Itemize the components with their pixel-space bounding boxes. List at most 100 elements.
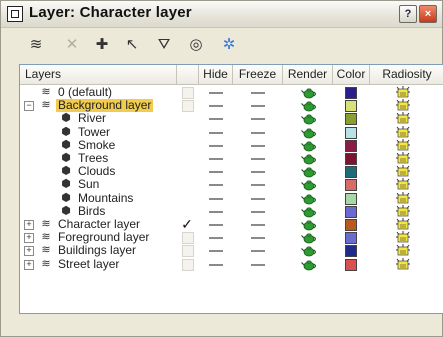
freeze-toggle[interactable]	[251, 197, 265, 200]
object-name[interactable]: Tower	[76, 125, 112, 139]
expand-toggle-icon[interactable]: +	[24, 246, 34, 257]
radiosity-icon[interactable]	[396, 191, 410, 205]
title-bar[interactable]: Layer: Character layer ? ×	[1, 1, 442, 28]
hide-toggle[interactable]	[209, 118, 223, 121]
object-row[interactable]: ⬢ Birds	[20, 204, 443, 218]
color-swatch[interactable]	[345, 205, 357, 218]
color-swatch[interactable]	[345, 153, 357, 165]
radiosity-icon[interactable]	[396, 218, 410, 231]
object-name[interactable]: Clouds	[76, 165, 117, 178]
render-teapot-icon[interactable]	[301, 126, 317, 139]
expand-toggle-icon[interactable]: +	[24, 259, 34, 270]
object-name[interactable]: Trees	[76, 152, 110, 165]
current-layer-box[interactable]	[182, 232, 194, 245]
object-row[interactable]: ⬢ Tower	[20, 125, 443, 139]
freeze-toggle[interactable]	[251, 118, 265, 121]
layer-list[interactable]: Layers Hide Freeze Render Color Radiosit…	[19, 64, 443, 314]
current-layer-box[interactable]	[182, 87, 194, 99]
color-swatch[interactable]	[345, 139, 357, 152]
column-layers[interactable]: Layers	[20, 65, 177, 84]
object-row[interactable]: ⬢ River	[20, 112, 443, 126]
create-layer-icon[interactable]: ≋	[25, 35, 47, 55]
layer-name[interactable]: 0 (default)	[56, 86, 114, 99]
freeze-toggle[interactable]	[251, 131, 265, 134]
current-layer-checkmark[interactable]: ✓	[180, 217, 194, 231]
object-name[interactable]: Birds	[76, 204, 107, 218]
radiosity-icon[interactable]	[396, 112, 410, 125]
current-layer-box[interactable]	[182, 258, 194, 271]
render-teapot-icon[interactable]	[301, 258, 317, 271]
color-swatch[interactable]	[345, 258, 357, 271]
render-teapot-icon[interactable]	[301, 86, 317, 99]
layer-name[interactable]: Background layer	[56, 99, 154, 113]
render-teapot-icon[interactable]	[301, 205, 317, 218]
add-to-layer-icon[interactable]: ✚	[91, 35, 113, 55]
layer-row[interactable]: + ≋ Foreground layer	[20, 231, 443, 245]
radiosity-icon[interactable]	[396, 231, 410, 244]
render-teapot-icon[interactable]	[301, 218, 317, 231]
object-row[interactable]: ⬢ Smoke	[20, 138, 443, 152]
layer-row[interactable]: + ≋ Buildings layer	[20, 244, 443, 258]
object-row[interactable]: ⬢ Mountains	[20, 191, 443, 205]
color-swatch[interactable]	[345, 245, 357, 258]
color-swatch[interactable]	[345, 192, 357, 205]
hide-toggle[interactable]	[209, 237, 223, 240]
radiosity-icon[interactable]	[396, 152, 410, 165]
radiosity-icon[interactable]	[396, 138, 410, 152]
layer-name[interactable]: Buildings layer	[56, 244, 138, 257]
freeze-toggle[interactable]	[251, 237, 265, 240]
render-teapot-icon[interactable]	[301, 192, 317, 205]
column-hide[interactable]: Hide	[199, 65, 233, 84]
color-swatch[interactable]	[345, 100, 357, 113]
radiosity-icon[interactable]	[396, 244, 410, 257]
layer-name[interactable]: Foreground layer	[56, 231, 151, 244]
radiosity-icon[interactable]	[396, 86, 410, 99]
render-teapot-icon[interactable]	[301, 99, 317, 112]
hide-unhide-all-icon[interactable]: ✲	[218, 35, 240, 55]
object-name[interactable]: Sun	[76, 178, 101, 191]
column-current[interactable]	[177, 65, 199, 84]
layer-row[interactable]: ≋ 0 (default)	[20, 86, 443, 99]
freeze-toggle[interactable]	[251, 171, 265, 174]
radiosity-icon[interactable]	[396, 257, 410, 271]
delete-layer-icon[interactable]: ✕	[61, 35, 83, 55]
close-button[interactable]: ×	[419, 5, 437, 23]
layer-name[interactable]: Character layer	[56, 218, 142, 231]
object-row[interactable]: ⬢ Trees	[20, 152, 443, 165]
color-swatch[interactable]	[345, 126, 357, 139]
column-render[interactable]: Render	[283, 65, 333, 84]
color-swatch[interactable]	[345, 87, 357, 99]
hide-toggle[interactable]	[209, 92, 223, 94]
radiosity-icon[interactable]	[396, 125, 410, 139]
freeze-toggle[interactable]	[251, 184, 265, 187]
render-teapot-icon[interactable]	[301, 139, 317, 152]
column-radiosity[interactable]: Radiosity	[370, 65, 443, 84]
hide-toggle[interactable]	[209, 131, 223, 134]
color-swatch[interactable]	[345, 219, 357, 231]
select-layer-icon[interactable]: ⛛	[153, 35, 175, 55]
hide-toggle[interactable]	[209, 171, 223, 174]
collapse-toggle-icon[interactable]: −	[24, 101, 34, 112]
layer-row[interactable]: − ≋ Background layer	[20, 99, 443, 113]
color-swatch[interactable]	[345, 179, 357, 192]
hide-toggle[interactable]	[209, 250, 223, 253]
render-teapot-icon[interactable]	[301, 112, 317, 125]
radiosity-icon[interactable]	[396, 99, 410, 112]
layer-row[interactable]: + ≋ Street layer	[20, 257, 443, 271]
freeze-toggle[interactable]	[251, 158, 265, 160]
color-swatch[interactable]	[345, 232, 357, 245]
freeze-toggle[interactable]	[251, 263, 265, 266]
layer-name[interactable]: Street layer	[56, 257, 121, 271]
hide-toggle[interactable]	[209, 144, 223, 147]
hide-toggle[interactable]	[209, 105, 223, 108]
layer-row[interactable]: + ≋ Character layer ✓	[20, 217, 443, 231]
help-button[interactable]: ?	[399, 5, 417, 23]
hide-toggle[interactable]	[209, 210, 223, 213]
render-teapot-icon[interactable]	[301, 178, 317, 191]
color-swatch[interactable]	[345, 113, 357, 126]
color-swatch[interactable]	[345, 166, 357, 179]
object-name[interactable]: Mountains	[76, 191, 135, 205]
current-layer-box[interactable]	[182, 100, 194, 113]
expand-toggle-icon[interactable]: +	[24, 233, 34, 244]
hide-toggle[interactable]	[209, 224, 223, 226]
